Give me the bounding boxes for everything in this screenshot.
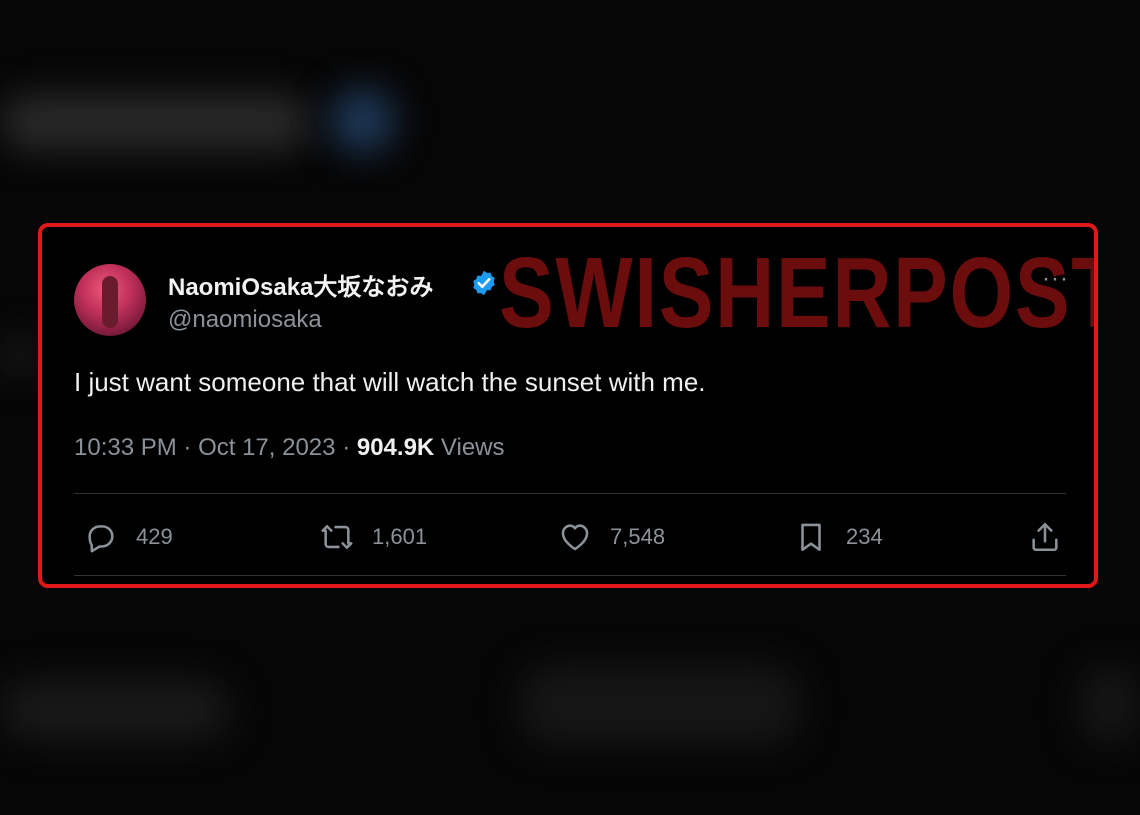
more-icon[interactable]: ··· bbox=[1042, 265, 1069, 293]
tweet-card: SWISHERPOST NaomiOsaka大坂なおみ @naomiosaka … bbox=[38, 223, 1098, 588]
share-button[interactable] bbox=[1028, 515, 1062, 559]
bookmark-count: 234 bbox=[846, 524, 883, 549]
repost-icon bbox=[321, 525, 353, 549]
tweet-text: I just want someone that will watch the … bbox=[74, 367, 706, 397]
reply-button[interactable]: 429 bbox=[84, 515, 173, 559]
tweet-time[interactable]: 10:33 PM bbox=[74, 434, 177, 461]
repost-count: 1,601 bbox=[372, 524, 428, 549]
blurred-badge-shape bbox=[330, 88, 395, 153]
meta-separator: · bbox=[342, 434, 351, 461]
views-count: 904.9K bbox=[356, 434, 435, 461]
blurred-footer-left bbox=[0, 680, 230, 740]
handle[interactable]: @naomiosaka bbox=[168, 306, 322, 334]
blurred-footer-right bbox=[1080, 665, 1140, 745]
like-count: 7,548 bbox=[610, 524, 666, 549]
reply-count: 429 bbox=[136, 524, 173, 549]
avatar-figure bbox=[102, 276, 118, 328]
repost-button[interactable]: 1,601 bbox=[320, 515, 427, 559]
tweet-meta: 10:33 PM · Oct 17, 2023 · 904.9K Views bbox=[74, 434, 505, 462]
divider bbox=[74, 493, 1066, 494]
tweet-date[interactable]: Oct 17, 2023 bbox=[198, 434, 335, 461]
like-button[interactable]: 7,548 bbox=[558, 515, 665, 559]
views-label: Views bbox=[440, 434, 505, 461]
reply-icon bbox=[88, 525, 114, 553]
verified-badge-icon bbox=[473, 270, 495, 296]
bookmark-button[interactable]: 234 bbox=[794, 515, 883, 559]
share-icon bbox=[1032, 522, 1058, 552]
action-bar: 429 1,601 7,548 234 bbox=[74, 515, 1066, 559]
blurred-footer-mid bbox=[520, 665, 800, 745]
meta-separator: · bbox=[183, 434, 192, 461]
bookmark-icon bbox=[801, 523, 821, 552]
blurred-name-shape bbox=[0, 95, 310, 150]
watermark: SWISHERPOST bbox=[499, 237, 1098, 349]
blurred-row-shape bbox=[0, 335, 40, 375]
avatar[interactable] bbox=[74, 264, 146, 336]
divider bbox=[74, 575, 1066, 576]
display-name[interactable]: NaomiOsaka大坂なおみ bbox=[168, 267, 433, 302]
like-icon bbox=[561, 524, 589, 551]
